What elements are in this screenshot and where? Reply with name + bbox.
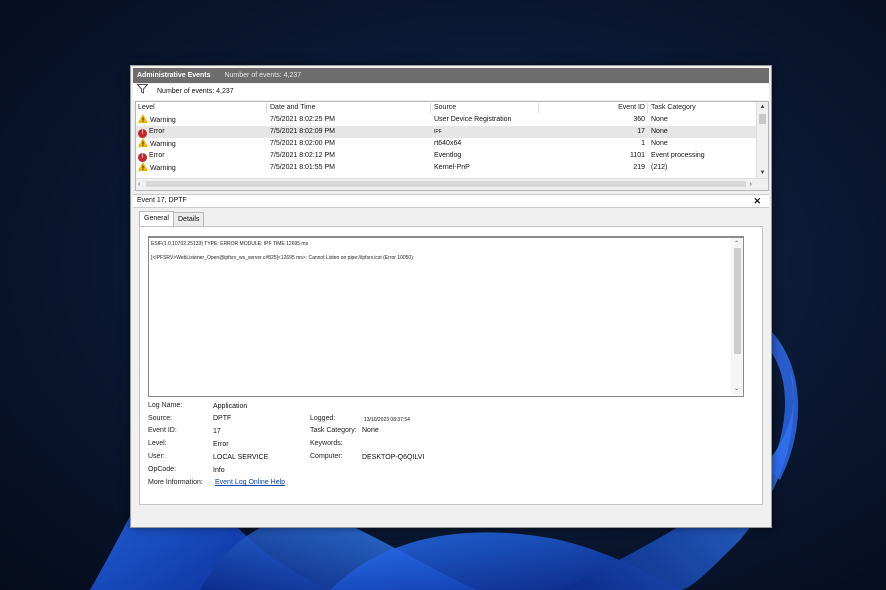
label-more-information: More Information: [148, 479, 203, 486]
column-header-event-id[interactable]: Event ID [539, 102, 645, 114]
label-task-category: Task Category: [310, 427, 357, 434]
scroll-left-icon[interactable]: ‹ [138, 179, 140, 190]
column-header-date[interactable]: Date and Time [270, 102, 316, 114]
value-source: DPTF [213, 415, 232, 422]
scroll-down-icon[interactable]: ▼ [757, 168, 768, 178]
label-opcode: OpCode: [148, 466, 177, 473]
column-header-level[interactable]: Level [138, 102, 155, 114]
general-tab-panel: ESIF(1.0.10702.25133) TYPE: ERROR MODULE… [139, 226, 763, 505]
label-keywords: Keywords: [310, 440, 343, 447]
warning-icon [138, 162, 148, 175]
event-message-box[interactable]: ESIF(1.0.10702.25133) TYPE: ERROR MODULE… [148, 236, 744, 397]
table-horizontal-scrollbar[interactable]: ‹ › [136, 178, 768, 190]
warning-icon [138, 114, 148, 127]
value-logged: 13/10/2023 08:37:54 [364, 417, 410, 423]
column-header-task-category[interactable]: Task Category [651, 102, 696, 114]
column-header-source[interactable]: Source [434, 102, 456, 114]
value-level: Error [213, 441, 229, 448]
scroll-thumb[interactable] [146, 181, 746, 187]
close-icon[interactable]: ✕ [753, 195, 761, 207]
chevron-up-icon[interactable]: ⌃ [734, 240, 739, 247]
view-event-count: Number of events: 4,237 [224, 72, 302, 79]
warning-icon [138, 138, 148, 151]
event-detail-header: Event 17, DPTF ✕ [133, 194, 769, 208]
filter-bar: Number of events: 4,237 [133, 84, 769, 100]
table-row[interactable]: ! Error 7/5/2021 8:02:12 PM Eventlog 1101… [136, 150, 756, 162]
label-logged: Logged: [310, 415, 336, 422]
value-opcode: Info [213, 467, 225, 474]
message-line: [<IPFSRV>WebListener_Open@ipfsrv_ws_serv… [151, 255, 413, 261]
view-header: Administrative Events Number of events: … [133, 68, 769, 83]
scroll-thumb[interactable] [759, 114, 766, 124]
filter-icon[interactable] [136, 84, 149, 101]
value-log-name: Application [213, 403, 248, 410]
error-icon: ! [138, 153, 147, 162]
value-event-id: 17 [213, 428, 221, 435]
message-vertical-scrollbar[interactable]: ⌃ ⌄ [731, 238, 743, 394]
label-log-name: Log Name: [148, 402, 183, 409]
table-vertical-scrollbar[interactable]: ▲ ▼ [756, 102, 768, 178]
value-task-category: None [362, 427, 379, 434]
label-user: User: [148, 453, 165, 460]
events-table: Level Date and Time Source Event ID Task… [135, 101, 769, 191]
table-row[interactable]: Warning 7/5/2021 8:02:25 PM User Device … [136, 114, 756, 127]
tab-details[interactable]: Details [173, 212, 205, 226]
label-level: Level: [148, 440, 167, 447]
table-row[interactable]: Warning 7/5/2021 8:01:55 PM Kernel-PnP 2… [136, 162, 756, 175]
view-title: Administrative Events [137, 72, 211, 79]
scroll-up-icon[interactable]: ▲ [757, 102, 768, 112]
label-event-id: Event ID: [148, 427, 177, 434]
filter-summary: Number of events: 4,237 [157, 88, 234, 95]
error-icon: ! [138, 129, 147, 138]
value-computer: DESKTOP-Q6QILVI [362, 454, 425, 461]
event-detail-title: Event 17, DPTF [137, 197, 187, 204]
event-log-online-help-link[interactable]: Event Log Online Help [215, 479, 285, 486]
table-row[interactable]: Warning 7/5/2021 8:02:00 PM rt640x64 1 N… [136, 138, 756, 151]
message-line: ESIF(1.0.10702.25133) TYPE: ERROR MODULE… [151, 241, 309, 247]
table-header: Level Date and Time Source Event ID Task… [136, 102, 756, 114]
label-computer: Computer: [310, 453, 343, 460]
value-user: LOCAL SERVICE [213, 454, 269, 461]
table-row-selected[interactable]: ! Error 7/5/2021 8:02:09 PM IPF 17 None [136, 126, 756, 138]
scroll-thumb[interactable] [734, 248, 741, 354]
chevron-down-icon[interactable]: ⌄ [734, 385, 739, 392]
label-source: Source: [148, 415, 173, 422]
tab-general[interactable]: General [139, 211, 174, 227]
scroll-right-icon[interactable]: › [750, 179, 752, 190]
event-viewer-window: Administrative Events Number of events: … [130, 65, 772, 528]
